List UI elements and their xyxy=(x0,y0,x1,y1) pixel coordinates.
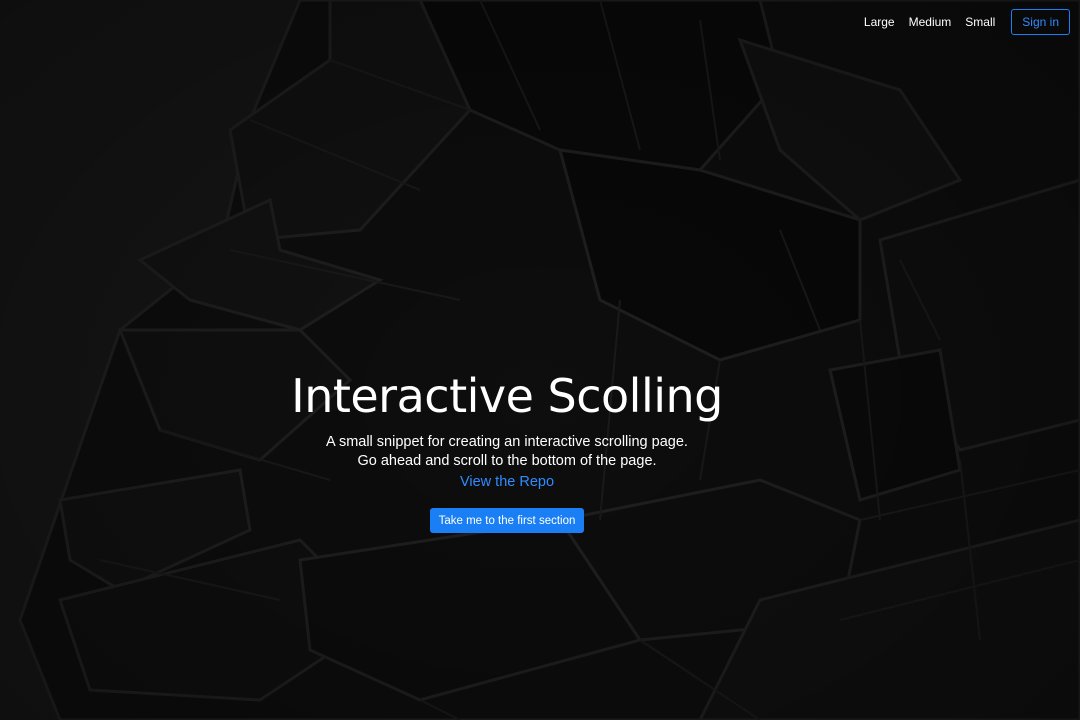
hero-description-line-2: Go ahead and scroll to the bottom of the… xyxy=(357,453,657,469)
hero-content: Interactive Scolling A small snippet for… xyxy=(0,366,1014,533)
hero-dark-overlay xyxy=(0,0,1080,720)
view-repo-link[interactable]: View the Repo xyxy=(460,472,554,492)
hero-description: A small snippet for creating an interact… xyxy=(0,433,1014,471)
nav-link-medium[interactable]: Medium xyxy=(909,9,952,35)
sign-in-button[interactable]: Sign in xyxy=(1011,9,1070,35)
nav-link-large[interactable]: Large xyxy=(864,9,895,35)
first-section-button[interactable]: Take me to the first section xyxy=(429,508,585,533)
page-title: Interactive Scolling xyxy=(291,369,723,423)
cta-container: Take me to the first section xyxy=(0,508,1014,533)
hero-description-line-1: A small snippet for creating an interact… xyxy=(326,434,688,450)
nav-link-small[interactable]: Small xyxy=(965,9,995,35)
hero-section xyxy=(0,0,1080,720)
top-navigation: Large Medium Small Sign in xyxy=(864,9,1070,35)
